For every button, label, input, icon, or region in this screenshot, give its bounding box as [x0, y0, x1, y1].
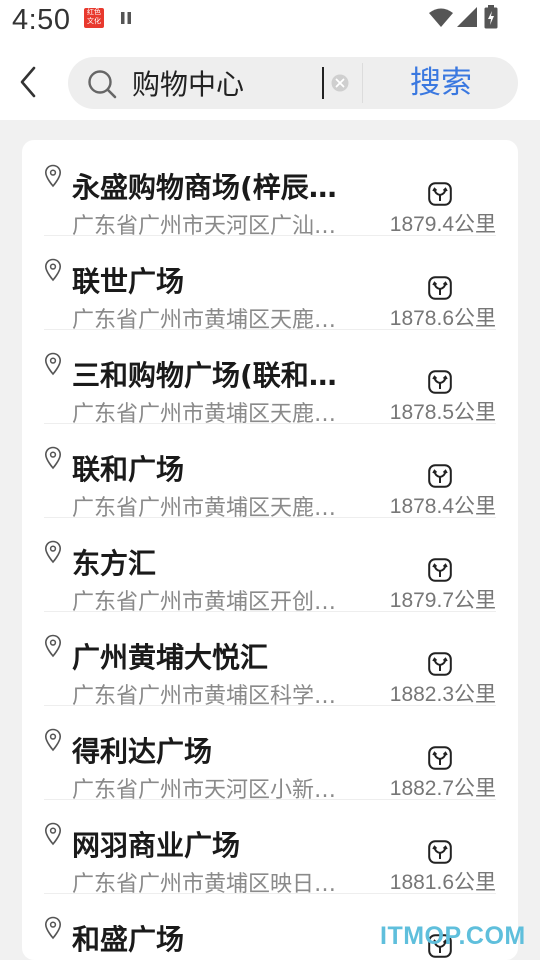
battery-charging-icon [484, 5, 498, 29]
result-item[interactable]: 联和广场广东省广州市黄埔区天鹿… 1878.4公里 [22, 424, 518, 520]
search-button[interactable]: 搜索 [386, 62, 496, 104]
location-pin-icon [44, 916, 62, 940]
app-badge-bottom: 文化 [87, 17, 101, 25]
location-pin-icon [44, 352, 62, 376]
location-pin-icon [44, 446, 62, 470]
location-pin-icon [44, 728, 62, 752]
status-time: 4:50 [12, 4, 71, 36]
navigation-route-icon[interactable] [428, 276, 452, 300]
search-header: 搜索 [0, 44, 540, 120]
result-item[interactable]: 网羽商业广场广东省广州市黄埔区映日… 1881.6公里 [22, 800, 518, 896]
watermark-text: ITMOP.COM [380, 922, 526, 950]
status-bar: 4:50 红色 文化 [0, 0, 540, 44]
place-name: 东方汇 [72, 547, 157, 580]
location-pin-icon [44, 822, 62, 846]
place-address: 广东省广州市天河区广汕… [72, 214, 337, 238]
navigation-route-icon[interactable] [428, 652, 452, 676]
place-name: 和盛广场 [72, 923, 185, 956]
place-distance: 1879.4公里 [389, 213, 496, 236]
navigation-route-icon[interactable] [428, 464, 452, 488]
result-item[interactable]: 三和购物广场(联和… 广东省广州市黄埔区天鹿… 1878.5公里 [22, 330, 518, 426]
place-name: 网羽商业广场 [72, 829, 241, 862]
place-distance: 1882.3公里 [389, 683, 496, 706]
navigation-route-icon[interactable] [428, 558, 452, 582]
back-arrow-icon[interactable] [14, 64, 44, 100]
app-badge-top: 红色 [87, 8, 101, 16]
clear-input-icon[interactable] [330, 73, 350, 93]
text-caret [322, 67, 324, 99]
place-name: 永盛购物商场(梓辰… [72, 171, 337, 204]
wifi-icon [429, 8, 453, 27]
navigation-route-icon[interactable] [428, 840, 452, 864]
search-box: 搜索 [68, 57, 518, 109]
place-distance: 1882.7公里 [389, 777, 496, 800]
result-item[interactable]: 联世广场广东省广州市黄埔区天鹿… 1878.6公里 [22, 236, 518, 332]
location-pin-icon [44, 634, 62, 658]
place-distance: 1878.5公里 [389, 401, 496, 424]
place-name: 联和广场 [72, 453, 185, 486]
search-input[interactable] [132, 63, 322, 103]
place-distance: 1881.6公里 [389, 871, 496, 894]
place-address: 广东省广州市黄埔区天鹿… [72, 402, 337, 426]
navigation-route-icon[interactable] [428, 182, 452, 206]
navigation-route-icon[interactable] [428, 746, 452, 770]
place-distance: 1879.7公里 [389, 589, 496, 612]
place-name: 联世广场 [72, 265, 185, 298]
pause-icon [121, 12, 131, 24]
place-address: 广东省广州市黄埔区映日… [72, 872, 337, 896]
place-address: 广东省广州市黄埔区天鹿… [72, 496, 337, 520]
place-name: 得利达广场 [72, 735, 213, 768]
search-icon [88, 70, 117, 99]
app-notification-icon: 红色 文化 [84, 8, 104, 28]
place-distance: 1878.4公里 [389, 495, 496, 518]
location-pin-icon [44, 258, 62, 282]
result-item[interactable]: 得利达广场广东省广州市天河区小新… 1882.7公里 [22, 706, 518, 802]
result-list: 永盛购物商场(梓辰… 广东省广州市天河区广汕… 1879.4公里 联世广场 广东省广州市… [22, 140, 518, 960]
search-divider [362, 63, 363, 103]
result-item[interactable]: 广州黄埔大悦汇广东省广州市黄埔区科学… 1882.3公里 [22, 612, 518, 708]
place-name: 广州黄埔大悦汇 [72, 641, 269, 674]
place-address: 广东省广州市黄埔区开创… [72, 590, 337, 614]
place-address: 广东省广州市黄埔区天鹿… [72, 308, 337, 332]
place-address: 广东省广州市黄埔区科学… [72, 684, 337, 708]
location-pin-icon [44, 164, 62, 188]
place-name: 三和购物广场(联和… [72, 359, 337, 392]
result-item[interactable]: 东方汇广东省广州市黄埔区开创… 1879.7公里 [22, 518, 518, 614]
place-distance: 1878.6公里 [389, 307, 496, 330]
navigation-route-icon[interactable] [428, 370, 452, 394]
location-pin-icon [44, 540, 62, 564]
signal-icon [457, 7, 477, 27]
place-address: 广东省广州市天河区小新… [72, 778, 337, 802]
result-item[interactable]: 永盛购物商场(梓辰… 广东省广州市天河区广汕… 1879.4公里 [22, 142, 518, 238]
